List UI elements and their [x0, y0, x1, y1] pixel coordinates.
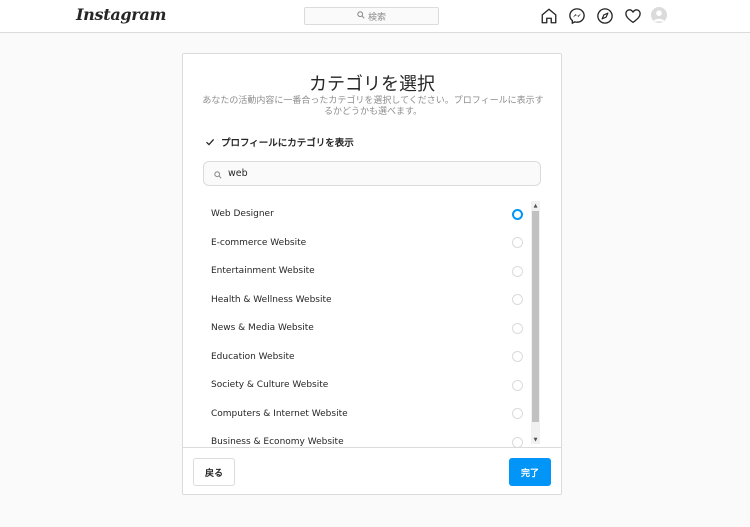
category-radio[interactable] [512, 265, 523, 277]
avatar[interactable] [651, 7, 667, 23]
category-radio[interactable] [512, 294, 523, 306]
messenger-icon[interactable] [568, 7, 586, 25]
search-placeholder: 検索 [367, 12, 386, 23]
category-radio[interactable] [512, 436, 523, 447]
category-item-computers-internet-website[interactable]: Computers & Internet Website [183, 400, 528, 429]
category-label: News & Media Website [211, 323, 314, 334]
category-item-ecommerce-website[interactable]: E-commerce Website [183, 229, 528, 258]
category-list: Web Designer E-commerce Website Entertai… [183, 200, 561, 447]
search-icon [214, 164, 222, 183]
instagram-logo[interactable]: Instagram [76, 5, 166, 24]
category-item-business-economy-website[interactable]: Business & Economy Website [183, 428, 528, 447]
search-box[interactable]: 検索 [304, 7, 439, 25]
category-label: Health & Wellness Website [211, 294, 332, 305]
category-label: E-commerce Website [211, 237, 307, 248]
category-label: Education Website [211, 351, 295, 362]
category-item-entertainment-website[interactable]: Entertainment Website [183, 257, 528, 286]
category-label: Web Designer [211, 209, 274, 220]
category-label: Computers & Internet Website [211, 408, 348, 419]
category-label: Business & Economy Website [211, 437, 344, 447]
category-item-news-media-website[interactable]: News & Media Website [183, 314, 528, 343]
category-radio[interactable] [512, 237, 523, 249]
show-category-toggle[interactable]: プロフィールにカテゴリを表示 [205, 135, 354, 149]
search-icon [357, 10, 365, 22]
scroll-up-arrow-icon[interactable]: ▲ [531, 201, 540, 210]
category-item-education-website[interactable]: Education Website [183, 343, 528, 372]
category-search-field[interactable] [203, 161, 541, 186]
show-category-label: プロフィールにカテゴリを表示 [221, 138, 354, 149]
category-label: Society & Culture Website [211, 380, 329, 391]
scrollbar-thumb[interactable] [532, 211, 539, 422]
category-scrollbar[interactable]: ▲ ▼ [531, 201, 540, 444]
category-item-health-wellness-website[interactable]: Health & Wellness Website [183, 286, 528, 315]
explore-icon[interactable] [596, 7, 614, 25]
category-radio[interactable] [512, 379, 523, 391]
done-button[interactable]: 完了 [509, 458, 551, 486]
category-label: Entertainment Website [211, 266, 315, 277]
category-radio[interactable] [512, 322, 523, 334]
category-item-web-designer[interactable]: Web Designer [183, 200, 528, 229]
dialog-subtitle: あなたの活動内容に一番合ったカテゴリを選択してください。プロフィールに表示するか… [202, 96, 544, 117]
home-icon[interactable] [540, 7, 558, 25]
back-button[interactable]: 戻る [193, 458, 235, 486]
checkmark-icon[interactable] [205, 137, 215, 147]
dialog-footer: 戻る 完了 [183, 447, 561, 494]
top-nav: Instagram 検索 [0, 0, 750, 33]
dialog-title: カテゴリを選択 [309, 74, 435, 95]
category-item-society-culture-website[interactable]: Society & Culture Website [183, 371, 528, 400]
scroll-down-arrow-icon[interactable]: ▼ [531, 435, 540, 444]
category-search-input[interactable] [228, 168, 508, 179]
category-dialog: カテゴリを選択 あなたの活動内容に一番合ったカテゴリを選択してください。プロフィ… [182, 53, 562, 495]
heart-icon[interactable] [624, 7, 642, 25]
category-radio[interactable] [512, 408, 523, 420]
category-radio[interactable] [512, 208, 523, 220]
category-radio[interactable] [512, 351, 523, 363]
